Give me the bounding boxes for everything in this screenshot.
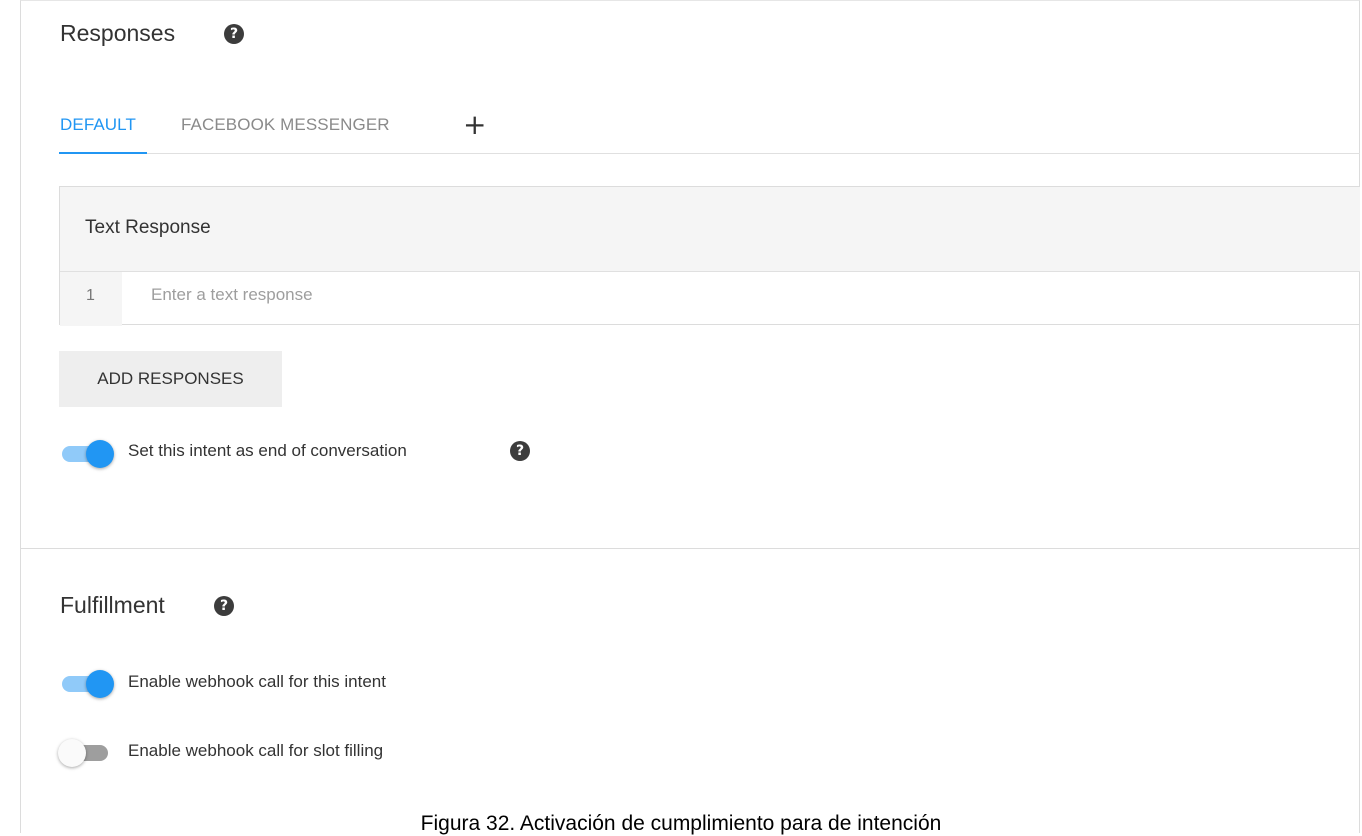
- tabs-divider: [59, 153, 1360, 154]
- help-circle-icon[interactable]: ?: [510, 441, 530, 461]
- toggle-thumb: [86, 670, 114, 698]
- end-conversation-label: Set this intent as end of conversation: [128, 441, 407, 460]
- help-circle-icon[interactable]: ?: [214, 596, 234, 616]
- webhook-slot-filling-toggle[interactable]: [58, 737, 114, 767]
- section-divider: [20, 548, 1360, 549]
- text-response-input[interactable]: [151, 285, 1341, 305]
- row-number: 1: [86, 287, 95, 304]
- active-tab-indicator: [59, 152, 147, 154]
- webhook-intent-toggle[interactable]: [60, 668, 116, 698]
- webhook-slot-filling-label: Enable webhook call for slot filling: [128, 741, 384, 760]
- add-responses-button[interactable]: ADD RESPONSES: [59, 351, 282, 407]
- toggle-thumb: [58, 739, 86, 767]
- text-response-card: Text Response 1: [59, 186, 1360, 326]
- webhook-intent-label: Enable webhook call for this intent: [128, 672, 386, 691]
- figure-caption: Figura 32. Activación de cumplimiento pa…: [420, 812, 942, 835]
- toggle-thumb: [86, 440, 114, 468]
- fulfillment-title: Fulfillment: [60, 592, 165, 618]
- help-circle-icon[interactable]: ?: [224, 24, 244, 44]
- text-response-header: Text Response: [60, 187, 1360, 272]
- tab-facebook-messenger[interactable]: FACEBOOK MESSENGER: [181, 115, 390, 135]
- responses-title: Responses: [60, 20, 176, 46]
- end-conversation-toggle[interactable]: [60, 438, 116, 468]
- tab-default[interactable]: DEFAULT: [60, 115, 136, 135]
- plus-icon[interactable]: +: [463, 108, 486, 141]
- text-response-title: Text Response: [85, 217, 211, 238]
